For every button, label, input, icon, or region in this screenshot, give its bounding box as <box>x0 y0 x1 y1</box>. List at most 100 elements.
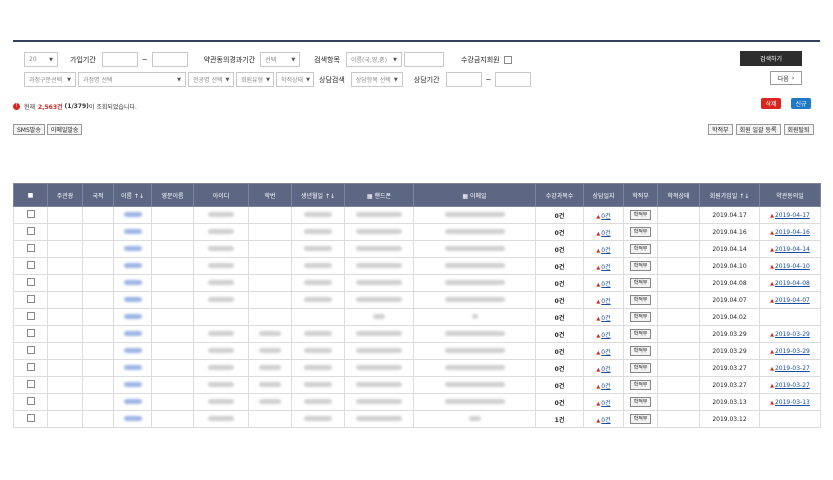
academic-record-button[interactable]: 학적부 <box>629 312 652 322</box>
search-item-select[interactable]: 이름(국,영,중) ▼ <box>345 52 402 67</box>
row-checkbox[interactable] <box>26 295 35 303</box>
page-size-select[interactable]: 20 ▼ <box>24 52 58 67</box>
member-type-select[interactable]: 회원유형 ▼ <box>236 72 274 87</box>
name-redacted[interactable] <box>123 398 142 404</box>
row-checkbox[interactable] <box>26 397 35 405</box>
agree-date-link[interactable]: 2019-03-29 <box>775 331 810 338</box>
agree-date-link[interactable]: 2019-04-10 <box>775 263 810 270</box>
course-select[interactable]: 과정명 선택 ▼ <box>78 72 186 87</box>
academic-record-button[interactable]: 학적부 <box>629 278 652 288</box>
academic-record-button[interactable]: 학적부 <box>708 124 733 135</box>
consult-link[interactable]: 0건 <box>601 315 610 322</box>
academic-record-button[interactable]: 학적부 <box>629 380 652 390</box>
academic-record-button[interactable]: 학적부 <box>629 244 652 254</box>
name-redacted[interactable] <box>123 245 142 251</box>
name-redacted[interactable] <box>123 364 142 370</box>
name-redacted[interactable] <box>123 262 142 268</box>
academic-record-button[interactable]: 학적부 <box>629 329 652 339</box>
no-course-checkbox[interactable] <box>503 55 512 64</box>
consult-link[interactable]: 0건 <box>601 247 610 254</box>
academic-record-button[interactable]: 학적부 <box>629 397 652 407</box>
row-checkbox[interactable] <box>26 227 35 235</box>
row-checkbox[interactable] <box>26 312 35 320</box>
column-header[interactable]: 생년월일 ↑↓ <box>291 183 345 207</box>
table-row[interactable]: 0건 ▲0건 학적부 2019.04.07 ▲2019-04-07 <box>13 291 821 309</box>
name-redacted[interactable] <box>123 228 142 234</box>
new-button[interactable]: 신규 <box>791 98 811 109</box>
agree-date-link[interactable]: 2019-04-07 <box>775 297 810 304</box>
consult-end-input[interactable] <box>495 72 532 87</box>
column-header[interactable]: 회원가입일 ↑↓ <box>699 183 760 207</box>
table-row[interactable]: 0건 ▲0건 학적부 2019.03.13 ▲2019-03-13 <box>13 393 821 411</box>
agree-date-link[interactable]: 2019-04-08 <box>775 280 810 287</box>
name-redacted[interactable] <box>123 211 142 217</box>
agree-date-link[interactable]: 2019-03-27 <box>775 365 810 372</box>
row-checkbox[interactable] <box>26 244 35 252</box>
name-redacted[interactable] <box>123 347 142 353</box>
delete-button[interactable]: 삭제 <box>761 98 781 109</box>
row-checkbox[interactable] <box>26 363 35 371</box>
agree-date-link[interactable]: 2019-04-16 <box>775 229 810 236</box>
academic-record-button[interactable]: 학적부 <box>629 227 652 237</box>
terms-period-select[interactable]: 선택 ▼ <box>260 52 301 67</box>
academic-record-button[interactable]: 학적부 <box>629 363 652 373</box>
row-checkbox[interactable] <box>26 346 35 354</box>
academic-record-button[interactable]: 학적부 <box>629 414 652 424</box>
consult-item-select[interactable]: 상담항목 선택 ▼ <box>350 72 403 87</box>
table-row[interactable]: 0건 ▲0건 학적부 2019.03.29 ▲2019-03-29 <box>13 325 821 343</box>
table-row[interactable]: 0건 ▲0건 학적부 2019.03.29 ▲2019-03-29 <box>13 342 821 360</box>
consult-link[interactable]: 0건 <box>601 400 610 407</box>
academic-record-button[interactable]: 학적부 <box>629 346 652 356</box>
academic-record-button[interactable]: 학적부 <box>629 210 652 220</box>
row-checkbox[interactable] <box>26 414 35 422</box>
row-checkbox[interactable] <box>26 278 35 286</box>
email-button[interactable]: 이메일발송 <box>46 124 83 135</box>
table-row[interactable]: 0건 ▲0건 학적부 2019.03.27 ▲2019-03-27 <box>13 359 821 377</box>
name-redacted[interactable] <box>123 330 142 336</box>
name-redacted[interactable] <box>123 313 142 319</box>
table-row[interactable]: 0건 ▲0건 학적부 2019.04.17 ▲2019-04-17 <box>13 206 821 224</box>
agree-date-link[interactable]: 2019-03-13 <box>775 399 810 406</box>
academic-status-select[interactable]: 학적상태 ▼ <box>276 72 314 87</box>
table-row[interactable]: 0건 ▲0건 학적부 2019.04.16 ▲2019-04-16 <box>13 223 821 241</box>
consult-link[interactable]: 0건 <box>601 230 610 237</box>
table-row[interactable]: 1건 ▲0건 학적부 2019.03.12 <box>13 410 821 428</box>
consult-link[interactable]: 0건 <box>601 298 610 305</box>
row-checkbox[interactable] <box>26 380 35 388</box>
agree-date-link[interactable]: 2019-03-29 <box>775 348 810 355</box>
consult-link[interactable]: 0건 <box>601 213 610 220</box>
academic-record-button[interactable]: 학적부 <box>629 261 652 271</box>
column-header[interactable]: ■ <box>13 183 48 207</box>
table-row[interactable]: 0건 ▲0건 학적부 2019.04.02 <box>13 308 821 326</box>
consult-link[interactable]: 0건 <box>601 383 610 390</box>
next-button[interactable]: 다음 › <box>770 71 802 85</box>
agree-date-link[interactable]: 2019-03-27 <box>775 382 810 389</box>
name-redacted[interactable] <box>123 296 142 302</box>
table-row[interactable]: 0건 ▲0건 학적부 2019.03.27 ▲2019-03-27 <box>13 376 821 394</box>
consult-link[interactable]: 0건 <box>601 332 610 339</box>
withdraw-button[interactable]: 회원탈퇴 <box>783 124 814 135</box>
name-redacted[interactable] <box>123 279 142 285</box>
table-row[interactable]: 0건 ▲0건 학적부 2019.04.14 ▲2019-04-14 <box>13 240 821 258</box>
table-row[interactable]: 0건 ▲0건 학적부 2019.04.08 ▲2019-04-08 <box>13 274 821 292</box>
consult-link[interactable]: 0건 <box>601 366 610 373</box>
row-checkbox[interactable] <box>26 261 35 269</box>
sms-button[interactable]: SMS발송 <box>13 124 45 135</box>
consult-link[interactable]: 0건 <box>601 281 610 288</box>
bulk-register-button[interactable]: 회원 일괄 등록 <box>735 124 781 135</box>
consult-link[interactable]: 0건 <box>601 264 610 271</box>
table-row[interactable]: 0건 ▲0건 학적부 2019.04.10 ▲2019-04-10 <box>13 257 821 275</box>
consult-link[interactable]: 0건 <box>601 417 610 424</box>
join-start-input[interactable] <box>101 52 138 67</box>
consult-start-input[interactable] <box>445 72 482 87</box>
search-keyword-input[interactable] <box>403 52 444 67</box>
major-select[interactable]: 전공명 선택 ▼ <box>188 72 234 87</box>
agree-date-link[interactable]: 2019-04-14 <box>775 246 810 253</box>
join-end-input[interactable] <box>151 52 188 67</box>
academic-record-button[interactable]: 학적부 <box>629 295 652 305</box>
agree-date-link[interactable]: 2019-04-17 <box>775 212 810 219</box>
column-header[interactable]: 이름 ↑↓ <box>113 183 152 207</box>
name-redacted[interactable] <box>123 381 142 387</box>
name-redacted[interactable] <box>123 415 142 421</box>
search-button[interactable]: 검색하기 <box>740 51 802 66</box>
